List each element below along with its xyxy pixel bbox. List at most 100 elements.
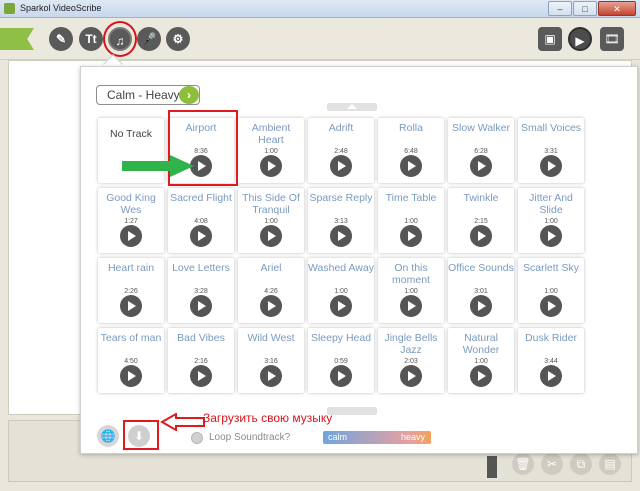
scroll-up-button[interactable] <box>327 103 377 111</box>
play-icon[interactable] <box>260 225 282 247</box>
play-icon[interactable] <box>540 225 562 247</box>
track-name: Wild West <box>247 332 295 344</box>
app-icon <box>4 3 15 14</box>
track-card[interactable]: Dusk Rider 3:44 <box>518 328 584 393</box>
track-duration: 1:00 <box>264 148 278 155</box>
play-icon[interactable] <box>260 365 282 387</box>
track-card[interactable]: Sparse Reply 3:13 <box>308 188 374 253</box>
track-card[interactable]: Washed Away 1:00 <box>308 258 374 323</box>
text-icon[interactable]: Tt <box>79 27 103 51</box>
track-duration: 1:00 <box>404 218 418 225</box>
track-card[interactable]: Slow Walker 6:28 <box>448 118 514 183</box>
genre-next-icon[interactable]: › <box>179 86 199 104</box>
loop-radio[interactable] <box>191 432 203 444</box>
track-duration: 3:28 <box>194 288 208 295</box>
cut-icon[interactable]: ✂ <box>541 453 563 475</box>
track-card[interactable]: On this moment 1:00 <box>378 258 444 323</box>
play-icon[interactable] <box>260 295 282 317</box>
track-card[interactable]: Small Voices 3:31 <box>518 118 584 183</box>
track-duration: 0:59 <box>334 358 348 365</box>
track-card[interactable]: Natural Wonder 1:00 <box>448 328 514 393</box>
track-duration: 2:16 <box>194 358 208 365</box>
track-card[interactable]: Bad Vibes 2:16 <box>168 328 234 393</box>
track-duration: 3:13 <box>334 218 348 225</box>
play-icon[interactable] <box>330 295 352 317</box>
play-icon[interactable] <box>470 155 492 177</box>
track-card[interactable]: Jingle Bells Jazz 2:03 <box>378 328 444 393</box>
track-name: Love Letters <box>172 262 230 274</box>
track-card[interactable]: This Side Of Tranquil 1:00 <box>238 188 304 253</box>
maximize-button[interactable]: □ <box>573 1 597 16</box>
globe-icon[interactable]: 🌐 <box>97 425 119 447</box>
track-card[interactable]: Good King Wes 1:27 <box>98 188 164 253</box>
play-icon[interactable] <box>190 365 212 387</box>
play-icon[interactable] <box>120 295 142 317</box>
loop-label: Loop Soundtrack? <box>209 432 291 443</box>
play-icon[interactable] <box>120 225 142 247</box>
track-name: Twinkle <box>463 192 499 204</box>
track-duration: 3:44 <box>544 358 558 365</box>
pen-icon[interactable]: ✎ <box>49 27 73 51</box>
play-icon[interactable] <box>330 155 352 177</box>
genre-selector[interactable]: Calm - Heavy › <box>96 85 200 105</box>
track-name: Small Voices <box>520 122 582 134</box>
play-icon[interactable] <box>400 155 422 177</box>
track-card[interactable]: Ariel 4:26 <box>238 258 304 323</box>
image-icon[interactable]: ▣ <box>538 27 562 51</box>
delete-icon[interactable]: 🗑 <box>512 453 534 475</box>
close-button[interactable]: ✕ <box>598 1 636 16</box>
play-icon[interactable] <box>400 365 422 387</box>
microphone-icon[interactable]: 🎤 <box>137 27 161 51</box>
track-name: Sleepy Head <box>310 332 372 344</box>
play-icon[interactable] <box>400 295 422 317</box>
track-card[interactable]: Twinkle 2:15 <box>448 188 514 253</box>
track-name: Office Sounds <box>448 262 514 274</box>
play-icon[interactable] <box>190 295 212 317</box>
track-card[interactable]: Time Table 1:00 <box>378 188 444 253</box>
track-card[interactable]: Ambient Heart 1:00 <box>238 118 304 183</box>
play-icon[interactable] <box>400 225 422 247</box>
track-name: Sparse Reply <box>309 192 373 204</box>
track-duration: 2:26 <box>124 288 138 295</box>
play-icon[interactable] <box>330 225 352 247</box>
track-card[interactable]: Scarlett Sky 1:00 <box>518 258 584 323</box>
track-card[interactable]: Jitter And Slide 1:00 <box>518 188 584 253</box>
settings-icon[interactable]: ⚙ <box>166 27 190 51</box>
play-icon[interactable]: ▶ <box>568 27 592 51</box>
play-icon[interactable] <box>540 295 562 317</box>
window-controls: – □ ✕ <box>548 1 636 16</box>
minimize-button[interactable]: – <box>548 1 572 16</box>
play-icon[interactable] <box>540 155 562 177</box>
track-name: Heart rain <box>107 262 155 274</box>
play-icon[interactable] <box>190 225 212 247</box>
track-card[interactable]: Love Letters 3:28 <box>168 258 234 323</box>
track-duration: 1:00 <box>404 288 418 295</box>
play-icon[interactable] <box>120 365 142 387</box>
play-icon[interactable] <box>470 365 492 387</box>
track-card[interactable]: Office Sounds 3:01 <box>448 258 514 323</box>
track-card[interactable]: Sleepy Head 0:59 <box>308 328 374 393</box>
copy-icon[interactable]: ⧉ <box>570 453 592 475</box>
play-icon[interactable] <box>330 365 352 387</box>
paste-icon[interactable]: ▤ <box>599 453 621 475</box>
green-arrow-annotation <box>122 155 194 177</box>
menu-tab[interactable] <box>0 28 34 50</box>
upload-highlight <box>123 420 159 450</box>
play-icon[interactable] <box>470 295 492 317</box>
play-icon[interactable] <box>540 365 562 387</box>
track-name: Tears of man <box>100 332 162 344</box>
film-icon[interactable]: 🎞 <box>600 27 624 51</box>
track-card[interactable]: Tears of man 4:50 <box>98 328 164 393</box>
track-card[interactable]: Heart rain 2:26 <box>98 258 164 323</box>
track-card[interactable]: Sacred Flight 4:08 <box>168 188 234 253</box>
track-name: Jitter And Slide <box>529 192 573 216</box>
play-icon[interactable] <box>260 155 282 177</box>
track-card[interactable]: Adrift 2:48 <box>308 118 374 183</box>
track-card[interactable]: Wild West 3:16 <box>238 328 304 393</box>
track-card[interactable]: Rolla 6:48 <box>378 118 444 183</box>
mood-slider[interactable]: calm heavy <box>323 431 431 444</box>
track-name: Scarlett Sky <box>522 262 580 274</box>
play-icon[interactable] <box>470 225 492 247</box>
timeline-handle[interactable] <box>487 456 497 478</box>
main-toolbar: ✎ Tt ♫ 🎤 ⚙ ▣ ▶ 🎞 <box>0 18 640 60</box>
